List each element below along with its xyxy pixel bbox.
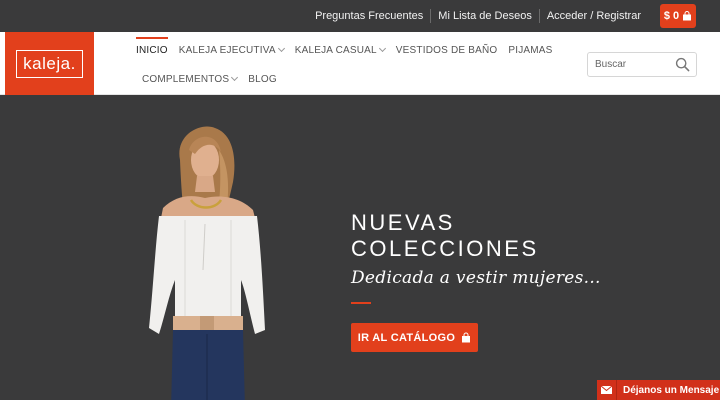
search-icon[interactable] xyxy=(675,57,690,72)
nav-item-pijamas[interactable]: PIJAMAS xyxy=(508,45,552,56)
hero-divider xyxy=(351,302,371,304)
leave-message-label: Déjanos un Mensaje xyxy=(623,384,720,396)
nav-item-kaleja-casual[interactable]: KALEJA CASUAL xyxy=(294,44,386,56)
top-bar: Preguntas Frecuentes Mi Lista de Deseos … xyxy=(0,0,720,32)
nav-label: KALEJA EJECUTIVA xyxy=(178,45,276,56)
envelope-icon xyxy=(597,380,617,400)
nav-item-inicio[interactable]: INICIO xyxy=(136,37,168,56)
top-links: Preguntas Frecuentes Mi Lista de Deseos … xyxy=(308,0,648,32)
search-box xyxy=(587,52,697,77)
cart-total: $ 0 xyxy=(663,10,680,22)
nav-label: PIJAMAS xyxy=(508,45,553,56)
nav-item-kaleja-ejecutiva[interactable]: KALEJA EJECUTIVA xyxy=(178,44,285,56)
leave-message-tab[interactable]: Déjanos un Mensaje xyxy=(597,380,720,400)
nav-item-vestidos-de-bano[interactable]: VESTIDOS DE BAÑO xyxy=(396,45,498,56)
catalog-button[interactable]: IR AL CATÁLOGO xyxy=(351,323,478,352)
logo-text: kaleja. xyxy=(16,49,83,78)
hero-title-line-2: COLECCIONES xyxy=(351,236,539,261)
nav-label: BLOG xyxy=(248,74,277,85)
site-header: kaleja. INICIO KALEJA EJECUTIVA KALEJA C… xyxy=(0,32,720,95)
nav-label: INICIO xyxy=(136,45,168,56)
chevron-down-icon xyxy=(231,73,239,82)
search-input[interactable] xyxy=(588,53,672,76)
hero-subtitle: Dedicada a vestir mujeres... xyxy=(351,268,601,288)
logo[interactable]: kaleja. xyxy=(5,32,94,95)
nav-label: KALEJA CASUAL xyxy=(294,45,377,56)
nav-item-blog[interactable]: BLOG xyxy=(248,74,277,85)
hero-title-line-1: NUEVAS xyxy=(351,210,455,235)
wishlist-link[interactable]: Mi Lista de Deseos xyxy=(431,10,539,22)
chevron-down-icon xyxy=(378,44,386,53)
nav-item-complementos[interactable]: COMPLEMENTOS xyxy=(142,73,239,85)
hero-banner: NUEVAS COLECCIONES Dedicada a vestir muj… xyxy=(0,96,720,400)
login-register-link[interactable]: Acceder / Registrar xyxy=(540,10,648,22)
model-photo xyxy=(149,126,265,400)
faq-link[interactable]: Preguntas Frecuentes xyxy=(308,10,430,22)
cart-button[interactable]: $ 0 xyxy=(660,4,696,28)
main-nav: INICIO KALEJA EJECUTIVA KALEJA CASUAL VE… xyxy=(136,32,556,94)
nav-label: COMPLEMENTOS xyxy=(142,74,230,85)
nav-row: COMPLEMENTOS BLOG xyxy=(136,65,556,94)
catalog-button-label: IR AL CATÁLOGO xyxy=(357,331,456,344)
nav-row: INICIO KALEJA EJECUTIVA KALEJA CASUAL VE… xyxy=(136,36,556,65)
nav-label: VESTIDOS DE BAÑO xyxy=(395,45,498,56)
shopping-bag-icon xyxy=(462,332,471,343)
chevron-down-icon xyxy=(277,44,285,53)
hero-text: NUEVAS COLECCIONES Dedicada a vestir muj… xyxy=(351,210,601,288)
shopping-bag-icon xyxy=(683,11,692,21)
